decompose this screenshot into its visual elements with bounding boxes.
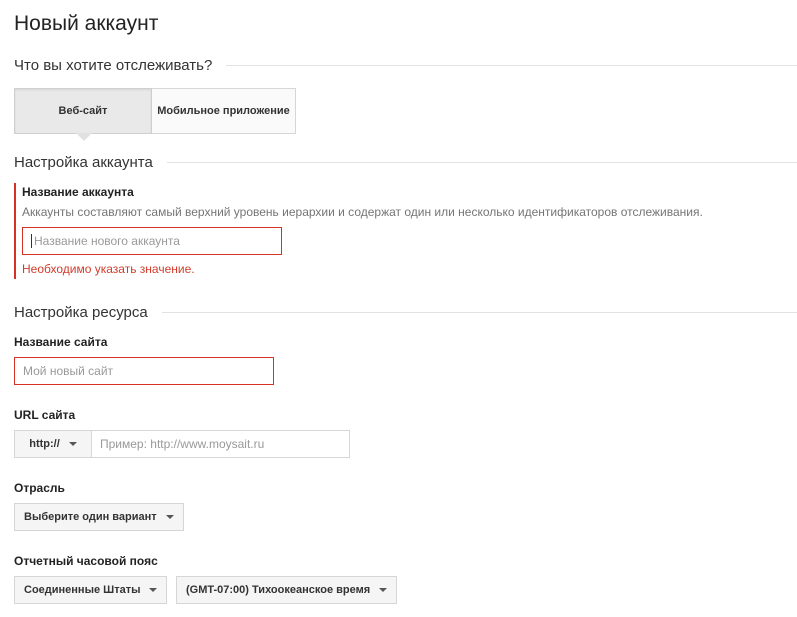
divider xyxy=(166,162,797,163)
section-property-header: Настройка ресурса xyxy=(14,304,797,321)
country-dropdown[interactable]: Соединенные Штаты xyxy=(14,576,168,604)
chevron-down-icon xyxy=(379,588,388,592)
protocol-value: http:// xyxy=(29,438,60,450)
track-type-toggle: Веб-сайт Мобильное приложение xyxy=(14,88,296,141)
industry-dropdown[interactable]: Выберите один вариант xyxy=(14,503,184,531)
account-name-field-group: Название аккаунта Аккаунты составляют са… xyxy=(14,183,792,279)
section-track-title: Что вы хотите отслеживать? xyxy=(14,57,213,74)
timezone-label: Отчетный часовой пояс xyxy=(14,554,158,568)
chevron-down-icon xyxy=(165,515,174,519)
text-cursor xyxy=(31,234,32,248)
mobile-app-option-button[interactable]: Мобильное приложение xyxy=(152,88,296,134)
site-name-input[interactable]: Мой новый сайт xyxy=(14,357,274,385)
page-title: Новый аккаунт xyxy=(14,12,159,35)
industry-value: Выберите один вариант xyxy=(24,511,157,523)
account-help-text: Аккаунты составляют самый верхний уровен… xyxy=(22,205,703,219)
protocol-dropdown[interactable]: http:// xyxy=(14,430,92,458)
site-url-input[interactable]: Пример: http://www.moysait.ru xyxy=(91,430,350,458)
divider xyxy=(161,312,797,313)
website-option-button[interactable]: Веб-сайт xyxy=(14,88,152,141)
timezone-dropdown[interactable]: (GMT-07:00) Тихоокеанское время xyxy=(176,576,398,604)
divider xyxy=(226,65,797,66)
account-name-label: Название аккаунта xyxy=(22,185,134,199)
selected-pointer-icon xyxy=(76,133,92,141)
timezone-value: (GMT-07:00) Тихоокеанское время xyxy=(186,584,371,596)
site-url-label: URL сайта xyxy=(14,408,76,422)
website-option-label: Веб-сайт xyxy=(58,105,108,117)
section-account-title: Настройка аккаунта xyxy=(14,154,153,171)
mobile-app-option-label: Мобильное приложение xyxy=(157,105,290,117)
site-name-placeholder: Мой новый сайт xyxy=(23,364,114,378)
section-property-title: Настройка ресурса xyxy=(14,304,148,321)
account-name-error: Необходимо указать значение. xyxy=(22,262,195,276)
site-url-placeholder: Пример: http://www.moysait.ru xyxy=(100,437,265,451)
site-name-label: Название сайта xyxy=(14,335,108,349)
country-value: Соединенные Штаты xyxy=(24,584,141,596)
section-account-header: Настройка аккаунта xyxy=(14,154,797,171)
chevron-down-icon xyxy=(149,588,158,592)
industry-label: Отрасль xyxy=(14,481,65,495)
account-name-input[interactable]: Название нового аккаунта xyxy=(22,227,282,255)
section-track-header: Что вы хотите отслеживать? xyxy=(14,57,797,74)
account-name-placeholder: Название нового аккаунта xyxy=(34,234,180,248)
chevron-down-icon xyxy=(68,442,77,446)
